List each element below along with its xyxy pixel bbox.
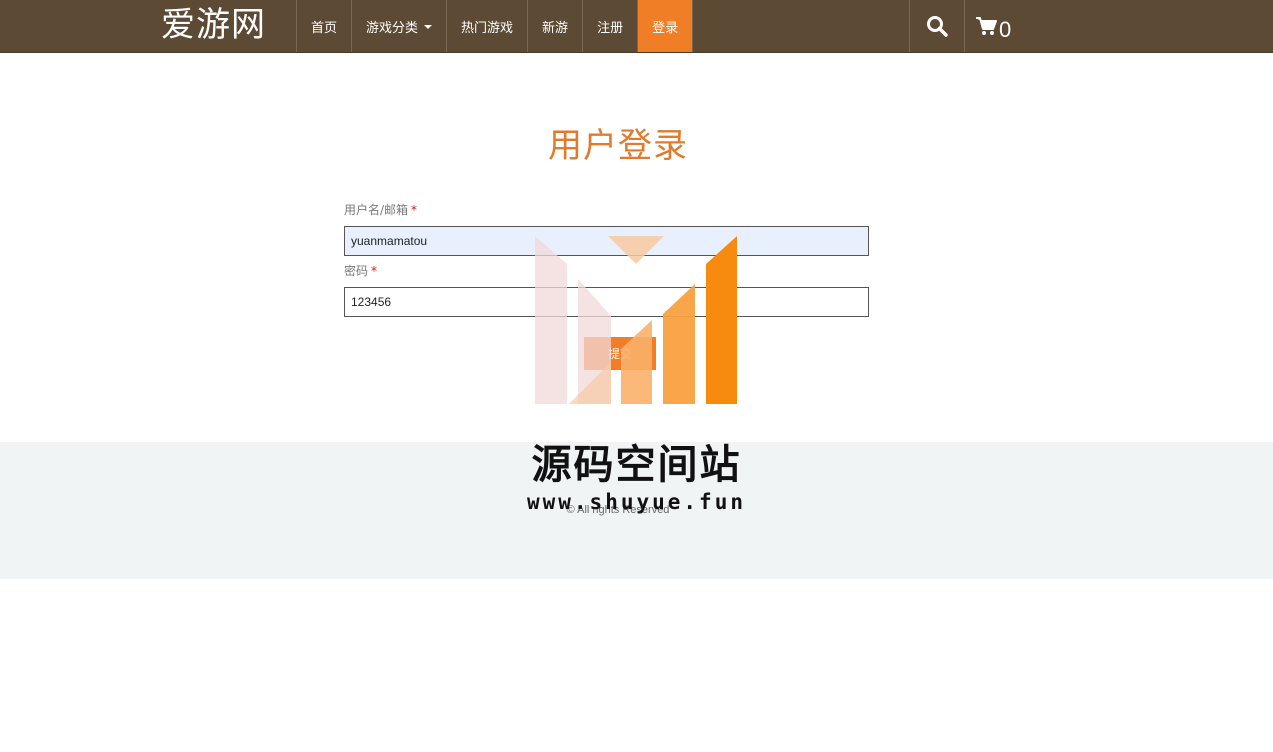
- watermark-logo: [535, 236, 737, 404]
- watermark-title: 源码空间站: [531, 442, 742, 488]
- password-label-text: 密码: [344, 264, 369, 278]
- nav-item-categories[interactable]: 游戏分类: [352, 0, 448, 52]
- search-button[interactable]: [909, 0, 965, 52]
- nav-item-register[interactable]: 注册: [583, 0, 639, 52]
- required-mark: *: [371, 264, 378, 278]
- nav-item-label: 首页: [311, 20, 338, 36]
- nav-item-home[interactable]: 首页: [297, 0, 353, 52]
- nav-item-login[interactable]: 登录: [638, 0, 694, 52]
- nav-item-hot-games[interactable]: 热门游戏: [447, 0, 529, 52]
- required-mark: *: [411, 203, 418, 217]
- cart-button[interactable]: 0: [975, 0, 1011, 52]
- watermark-bar-5: [706, 236, 737, 404]
- watermark-triangle-top: [608, 236, 664, 264]
- username-label-text: 用户名/邮箱: [344, 203, 409, 217]
- watermark-url: www.shuyue.fun: [526, 490, 746, 514]
- search-icon: [927, 16, 948, 37]
- cart-count: 0: [999, 17, 1012, 42]
- top-navbar: 爱游网 首页 游戏分类 热门游戏 新游 注册 登录 0: [0, 0, 1273, 53]
- site-logo[interactable]: 爱游网: [161, 3, 266, 47]
- nav-item-label: 热门游戏: [461, 20, 514, 36]
- nav-item-label: 注册: [597, 20, 624, 36]
- cart-icon: [976, 17, 997, 35]
- main-nav: 首页 游戏分类 热门游戏 新游 注册 登录: [296, 0, 694, 52]
- watermark-bar-1: [535, 236, 567, 404]
- nav-item-new-games[interactable]: 新游: [528, 0, 584, 52]
- username-label: 用户名/邮箱 *: [344, 200, 869, 220]
- watermark-bar-4: [663, 284, 695, 404]
- nav-item-label: 游戏分类: [366, 20, 419, 36]
- nav-item-label: 新游: [542, 20, 569, 36]
- caret-down-icon: [424, 25, 433, 29]
- watermark-bar-3: [621, 320, 652, 404]
- nav-item-label: 登录: [652, 20, 679, 36]
- page-title: 用户登录: [548, 126, 688, 166]
